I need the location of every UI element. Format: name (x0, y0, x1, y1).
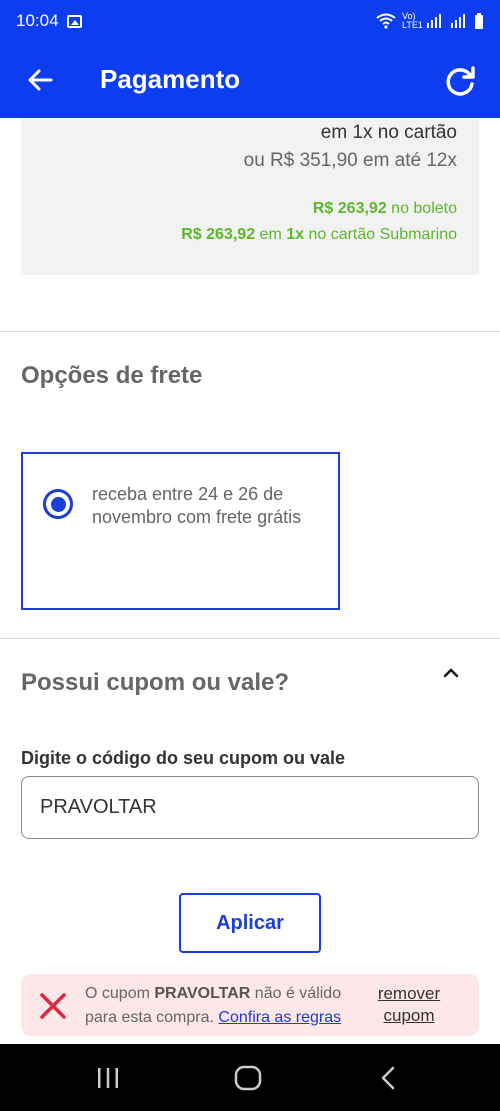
arrow-left-icon (28, 69, 53, 91)
price-summary-card: em 1x no cartão ou R$ 351,90 em até 12x … (21, 118, 479, 275)
status-icons: Vo) LTE1 (376, 12, 484, 30)
installment-line: em 1x no cartão (320, 122, 457, 143)
signal-icon (427, 14, 441, 28)
rules-link[interactable]: Confira as regras (218, 1009, 341, 1026)
boleto-price-line: R$ 263,92 no boleto (313, 200, 457, 218)
card-installments: 1x (286, 226, 305, 243)
home-icon (234, 1065, 262, 1091)
wifi-icon (376, 13, 396, 29)
app-bar: Pagamento (0, 42, 500, 118)
shipping-option-text: receba entre 24 e 26 de novembro com fre… (92, 484, 302, 527)
chevron-up-icon (443, 668, 459, 678)
home-button[interactable] (228, 1060, 268, 1096)
system-back-button[interactable] (368, 1060, 408, 1096)
boleto-price: R$ 263,92 (312, 200, 387, 217)
divider (0, 638, 500, 639)
card-price: R$ 263,92 (181, 226, 256, 243)
remove-coupon-link[interactable]: remover cupom (371, 983, 447, 1027)
collapse-button[interactable] (438, 662, 464, 684)
shipping-title: Opções de frete (21, 362, 203, 389)
coupon-field-label: Digite o código do seu cupom ou vale (21, 748, 346, 768)
radio-selected-icon[interactable] (43, 489, 73, 519)
card-price-line: R$ 263,92 em 1x no cartão Submarino (181, 226, 457, 244)
refresh-button[interactable] (440, 62, 480, 102)
recents-button[interactable] (88, 1060, 128, 1096)
coupon-title: Possui cupom ou vale? (21, 669, 290, 696)
error-message: O cupom PRAVOLTAR não é válido para esta… (85, 982, 365, 1030)
status-bar: 10:04 Vo) LTE1 (0, 0, 500, 42)
page-title: Pagamento (100, 64, 241, 94)
image-notification-icon (66, 14, 82, 28)
card-em: em (255, 226, 287, 243)
card-suffix: no cartão Submarino (304, 226, 457, 243)
shipping-option[interactable]: receba entre 24 e 26 de novembro com fre… (21, 452, 340, 610)
installment-alt-line: ou R$ 351,90 em até 12x (243, 150, 457, 171)
error-prefix: O cupom (85, 985, 155, 1002)
boleto-suffix: no boleto (386, 200, 457, 217)
chevron-left-icon (381, 1066, 395, 1090)
coupon-input[interactable] (21, 776, 479, 839)
refresh-icon (446, 66, 475, 96)
network-label: Vo) LTE1 (402, 11, 423, 30)
status-time: 10:04 (16, 11, 59, 30)
apply-button[interactable]: Aplicar (179, 893, 321, 953)
battery-icon (475, 13, 483, 29)
back-button[interactable] (22, 62, 58, 98)
recents-icon (98, 1068, 118, 1088)
error-coupon-code: PRAVOLTAR (154, 985, 251, 1002)
divider (0, 331, 500, 332)
system-nav-bar (0, 1044, 500, 1111)
coupon-error-banner: O cupom PRAVOLTAR não é válido para esta… (21, 974, 479, 1036)
error-x-icon (40, 993, 66, 1019)
signal-2-icon (451, 14, 465, 28)
